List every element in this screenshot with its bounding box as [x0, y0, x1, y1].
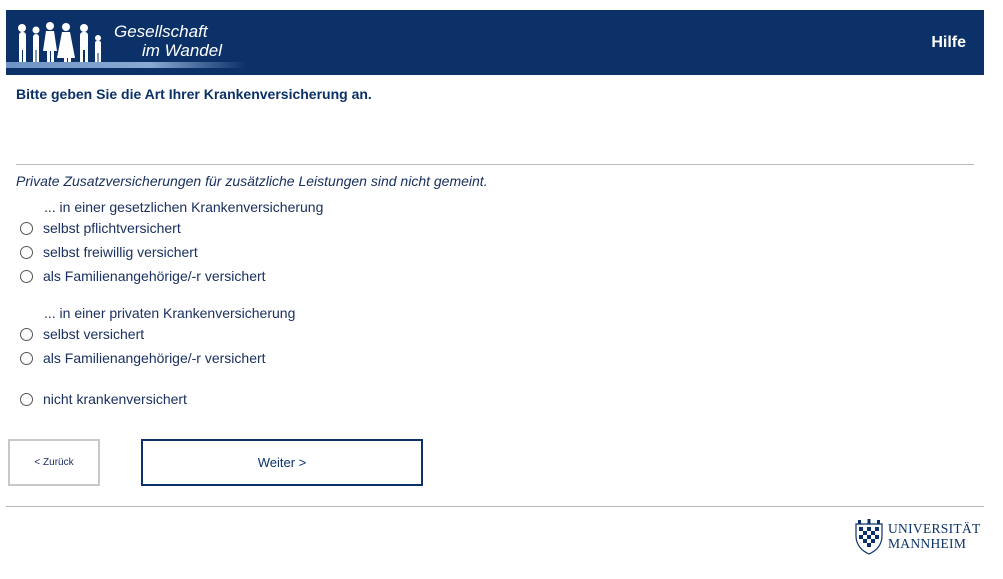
radio-button[interactable]	[20, 392, 33, 406]
divider	[16, 164, 974, 165]
university-crest-icon	[855, 519, 883, 555]
header-banner: Gesellschaft im Wandel Hilfe	[6, 10, 984, 75]
university-line-1: UNIVERSITÄT	[888, 521, 981, 536]
option-public-mandatory[interactable]: selbst pflichtversichert	[20, 218, 181, 238]
back-button[interactable]: < Zurück	[8, 439, 100, 486]
logo-accent-band	[6, 62, 246, 68]
group-label-public: ... in einer gesetzlichen Krankenversich…	[44, 199, 324, 215]
help-link[interactable]: Hilfe	[931, 34, 966, 52]
option-label: nicht krankenversichert	[43, 391, 187, 407]
option-public-voluntary[interactable]: selbst freiwillig versichert	[20, 242, 198, 262]
option-private-family[interactable]: als Familienangehörige/-r versichert	[20, 348, 266, 368]
people-silhouettes-icon	[18, 22, 101, 64]
question-title: Bitte geben Sie die Art Ihrer Krankenver…	[16, 86, 372, 102]
logo-line-2: im Wandel	[142, 41, 222, 60]
radio-button[interactable]	[20, 351, 33, 365]
radio-button[interactable]	[20, 269, 33, 283]
option-not-insured[interactable]: nicht krankenversichert	[20, 389, 187, 409]
university-name: UNIVERSITÄT MANNHEIM	[888, 521, 981, 551]
option-label: als Familienangehörige/-r versichert	[43, 268, 266, 284]
logo-line-1: Gesellschaft	[114, 22, 208, 41]
project-logo-text: Gesellschaft im Wandel	[114, 22, 222, 60]
radio-button[interactable]	[20, 327, 33, 341]
radio-button[interactable]	[20, 221, 33, 235]
option-label: selbst versichert	[43, 326, 145, 342]
option-public-family[interactable]: als Familienangehörige/-r versichert	[20, 266, 266, 286]
option-label: selbst freiwillig versichert	[43, 244, 198, 260]
option-label: selbst pflichtversichert	[43, 220, 181, 236]
group-label-private: ... in einer privaten Krankenversicherun…	[44, 305, 296, 321]
option-private-self[interactable]: selbst versichert	[20, 324, 144, 344]
university-line-2: MANNHEIM	[888, 536, 967, 551]
next-button[interactable]: Weiter >	[141, 439, 423, 486]
question-hint: Private Zusatzversicherungen für zusätzl…	[16, 173, 488, 189]
radio-button[interactable]	[20, 245, 33, 259]
option-label: als Familienangehörige/-r versichert	[43, 350, 266, 366]
university-logo: UNIVERSITÄT MANNHEIM	[852, 518, 986, 558]
footer-divider	[6, 506, 984, 507]
